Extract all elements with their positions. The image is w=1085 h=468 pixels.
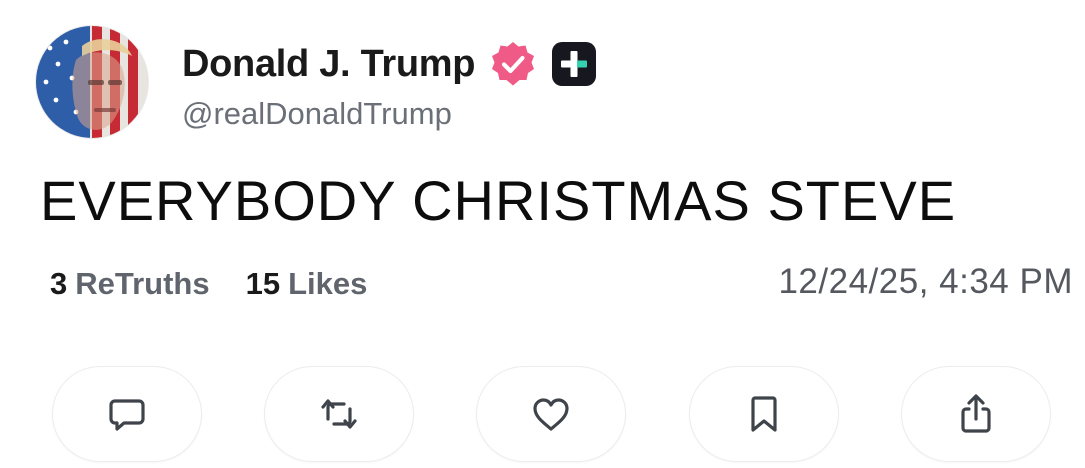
truth-social-plus-icon — [551, 41, 597, 87]
display-name[interactable]: Donald J. Trump — [182, 43, 476, 86]
comment-button[interactable] — [52, 366, 202, 462]
verified-badge-icon — [489, 40, 537, 88]
share-icon — [961, 394, 991, 433]
retruth-icon — [321, 399, 357, 429]
likes-count: 15 — [245, 266, 281, 301]
like-button[interactable] — [476, 366, 626, 462]
author-handle[interactable]: @realDonaldTrump — [182, 96, 452, 132]
like-icon — [533, 398, 569, 431]
retruths-stat[interactable]: 3 ReTruths — [50, 266, 210, 302]
retruths-label: ReTruths — [75, 266, 210, 301]
share-button[interactable] — [901, 366, 1051, 462]
post-timestamp: 12/24/25, 4:34 PM — [778, 262, 1073, 301]
retruth-button[interactable] — [264, 366, 414, 462]
flag-portrait-avatar-icon — [36, 26, 148, 138]
post-stats: 3 ReTruths 15 Likes — [50, 266, 367, 302]
likes-label: Likes — [288, 266, 368, 301]
bookmark-icon — [751, 396, 777, 432]
action-bar — [0, 364, 1085, 468]
post-card: Donald J. Trump @realDonaldTrump EVERYBO… — [0, 0, 1085, 468]
avatar[interactable] — [36, 26, 148, 138]
retruths-count: 3 — [50, 266, 68, 301]
bookmark-button[interactable] — [689, 366, 839, 462]
author-row: Donald J. Trump — [182, 38, 597, 90]
post-text: EVERYBODY CHRISTMAS STEVE — [40, 169, 957, 232]
likes-stat[interactable]: 15 Likes — [246, 266, 368, 302]
comment-icon — [109, 399, 145, 431]
